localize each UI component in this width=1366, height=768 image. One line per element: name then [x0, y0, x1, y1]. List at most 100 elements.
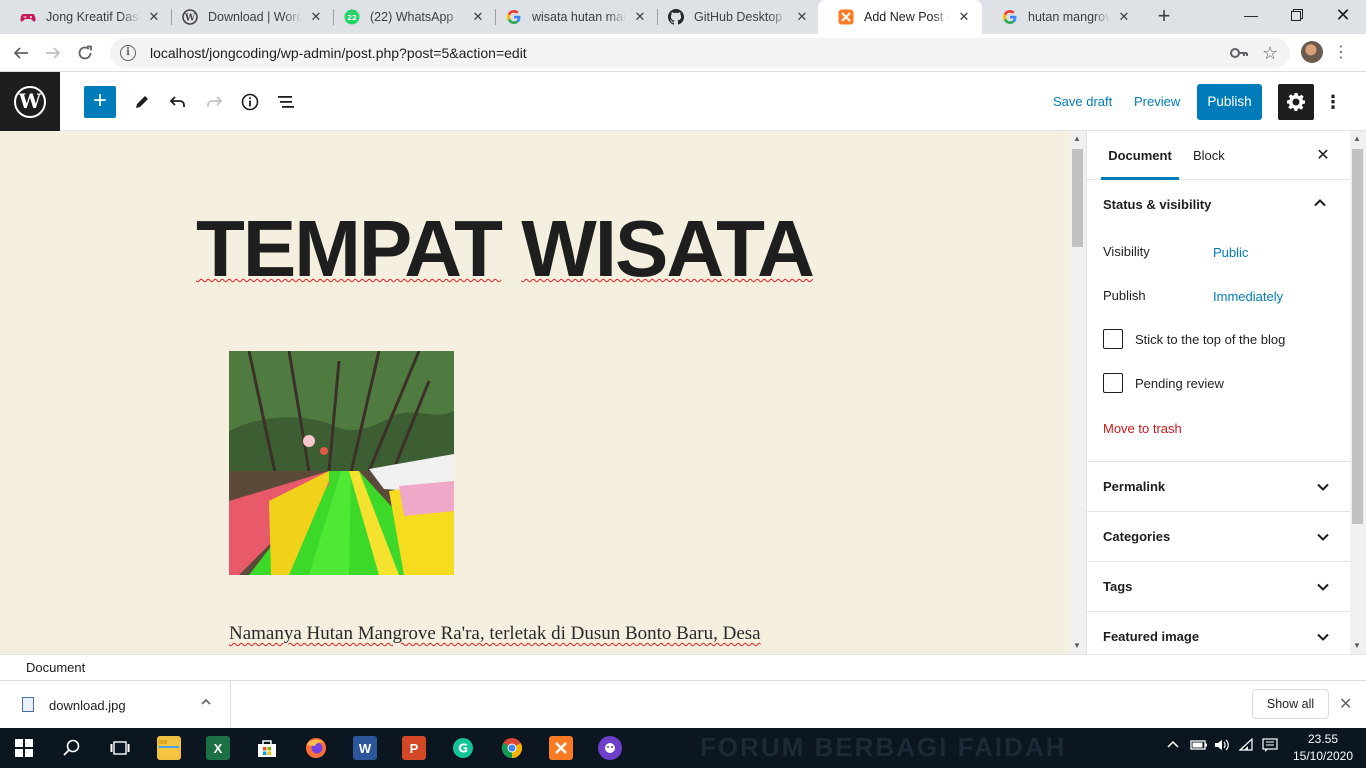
site-info-icon[interactable]: i: [120, 45, 136, 61]
pencil-icon: [136, 96, 148, 108]
back-button[interactable]: [8, 40, 34, 66]
tab-title: Download | WordP: [208, 10, 302, 24]
browser-tab-active[interactable]: Add New Post ‹ la ✕: [818, 0, 982, 34]
post-title[interactable]: TEMPAT WISATA: [196, 209, 815, 289]
address-bar[interactable]: i localhost/jongcoding/wp-admin/post.php…: [110, 38, 1290, 68]
undo-button[interactable]: [162, 86, 194, 118]
save-draft-button[interactable]: Save draft: [1053, 94, 1112, 109]
key-icon[interactable]: [1230, 38, 1248, 68]
store-icon[interactable]: [255, 736, 279, 760]
tab-close-icon[interactable]: ✕: [146, 9, 162, 25]
tab-close-icon[interactable]: ✕: [956, 9, 972, 25]
editor-canvas[interactable]: TEMPAT WISATA Namanya Hutan Mangrove Ra'…: [0, 131, 1070, 654]
restore-icon: [1291, 9, 1303, 21]
browser-tab[interactable]: 22 (22) WhatsApp ✕: [324, 0, 496, 34]
bookmark-star-icon[interactable]: ☆: [1262, 38, 1278, 68]
scroll-up-icon[interactable]: ▲: [1073, 134, 1081, 143]
forward-button[interactable]: [40, 40, 66, 66]
preview-button[interactable]: Preview: [1134, 94, 1180, 109]
editor-scrollbar[interactable]: ▲ ▼: [1070, 131, 1086, 654]
github-desktop-icon[interactable]: [598, 736, 622, 760]
pending-review-checkbox[interactable]: [1103, 373, 1123, 393]
chevron-up-icon[interactable]: [200, 696, 212, 711]
paragraph-block[interactable]: Namanya Hutan Mangrove Ra'ra, terletak d…: [229, 623, 761, 645]
profile-avatar[interactable]: [1301, 41, 1323, 63]
tab-close-icon[interactable]: ✕: [470, 9, 486, 25]
add-block-button[interactable]: +: [84, 86, 116, 118]
panel-featured-image[interactable]: Featured image: [1087, 612, 1350, 654]
browser-tab[interactable]: wisata hutan mang ✕: [486, 0, 658, 34]
chevron-up-icon[interactable]: [1313, 196, 1327, 213]
edit-tool-button[interactable]: [126, 86, 158, 118]
grammarly-icon[interactable]: G: [451, 736, 475, 760]
url-text[interactable]: localhost/jongcoding/wp-admin/post.php?p…: [150, 45, 527, 61]
sticky-label[interactable]: Stick to the top of the blog: [1135, 332, 1285, 347]
scroll-down-icon[interactable]: ▼: [1353, 641, 1361, 650]
system-clock[interactable]: 23.55 15/10/2020: [1288, 731, 1358, 765]
maximize-button[interactable]: [1274, 0, 1320, 30]
firefox-icon[interactable]: [304, 736, 328, 760]
browser-tab[interactable]: hutan mangrove je ✕: [982, 0, 1142, 34]
download-file-name[interactable]: download.jpg: [49, 698, 126, 713]
browser-tab[interactable]: W Download | WordP ✕: [162, 0, 334, 34]
excel-icon[interactable]: X: [206, 736, 230, 760]
close-sidebar-icon[interactable]: ✕: [1313, 145, 1333, 165]
publish-date-link[interactable]: Immediately: [1213, 289, 1283, 304]
visibility-value-link[interactable]: Public: [1213, 245, 1248, 260]
action-center-icon[interactable]: [1262, 738, 1278, 755]
publish-button[interactable]: Publish: [1197, 84, 1262, 120]
browser-tab[interactable]: Jong Kreatif Dashb ✕: [0, 0, 172, 34]
pending-review-label[interactable]: Pending review: [1135, 376, 1224, 391]
editor-header: W + Save draft Preview Publish ⋮: [0, 72, 1366, 131]
tab-close-icon[interactable]: ✕: [308, 9, 324, 25]
image-block[interactable]: [229, 351, 454, 575]
download-item[interactable]: download.jpg: [0, 681, 231, 729]
volume-icon[interactable]: [1214, 738, 1230, 755]
windows-start-icon[interactable]: [12, 736, 36, 760]
redo-button[interactable]: [198, 86, 230, 118]
settings-button[interactable]: [1278, 84, 1314, 120]
panel-permalink[interactable]: Permalink: [1087, 462, 1350, 512]
tab-document[interactable]: Document: [1101, 131, 1179, 180]
wifi-icon[interactable]: [1238, 737, 1255, 755]
close-window-button[interactable]: ✕: [1320, 0, 1366, 30]
file-explorer-icon[interactable]: [157, 736, 181, 760]
panel-categories[interactable]: Categories: [1087, 512, 1350, 562]
content-info-button[interactable]: [234, 86, 266, 118]
scrollbar-thumb[interactable]: [1352, 149, 1363, 524]
word-icon[interactable]: W: [353, 736, 377, 760]
breadcrumb-document[interactable]: Document: [26, 660, 85, 675]
tab-close-icon[interactable]: ✕: [632, 9, 648, 25]
chevron-up-icon[interactable]: [1166, 738, 1180, 755]
panel-tags[interactable]: Tags: [1087, 562, 1350, 612]
move-to-trash-button[interactable]: Move to trash: [1103, 421, 1182, 436]
status-visibility-toggle[interactable]: Status & visibility: [1103, 180, 1211, 230]
minimize-button[interactable]: —: [1228, 0, 1274, 30]
tab-close-icon[interactable]: ✕: [1116, 9, 1132, 25]
more-options-icon[interactable]: ⋮: [1324, 84, 1342, 120]
browser-menu-icon[interactable]: ⋮: [1333, 40, 1349, 66]
svg-text:W: W: [184, 14, 196, 24]
tab-block[interactable]: Block: [1193, 131, 1225, 180]
chrome-icon[interactable]: [500, 736, 524, 760]
show-all-button[interactable]: Show all: [1252, 689, 1329, 719]
battery-icon[interactable]: [1190, 738, 1208, 755]
sidebar-scrollbar[interactable]: ▲ ▼: [1350, 131, 1366, 654]
scroll-up-icon[interactable]: ▲: [1353, 134, 1361, 143]
close-shelf-icon[interactable]: ✕: [1339, 694, 1352, 714]
reload-button[interactable]: [72, 40, 98, 66]
whatsapp-icon: 22: [344, 9, 360, 25]
outline-button[interactable]: [270, 86, 302, 118]
scrollbar-thumb[interactable]: [1072, 149, 1083, 247]
scroll-down-icon[interactable]: ▼: [1073, 641, 1081, 650]
powerpoint-icon[interactable]: P: [402, 736, 426, 760]
tab-close-icon[interactable]: ✕: [794, 9, 810, 25]
new-tab-button[interactable]: +: [1152, 5, 1176, 29]
task-view-icon[interactable]: [108, 736, 132, 760]
wordpress-logo-button[interactable]: W: [0, 72, 60, 131]
search-icon[interactable]: [60, 736, 84, 760]
xampp-taskbar-icon[interactable]: [549, 736, 573, 760]
browser-tab[interactable]: GitHub Desktop | S ✕: [648, 0, 820, 34]
panel-title: Featured image: [1103, 629, 1200, 644]
sticky-checkbox[interactable]: [1103, 329, 1123, 349]
